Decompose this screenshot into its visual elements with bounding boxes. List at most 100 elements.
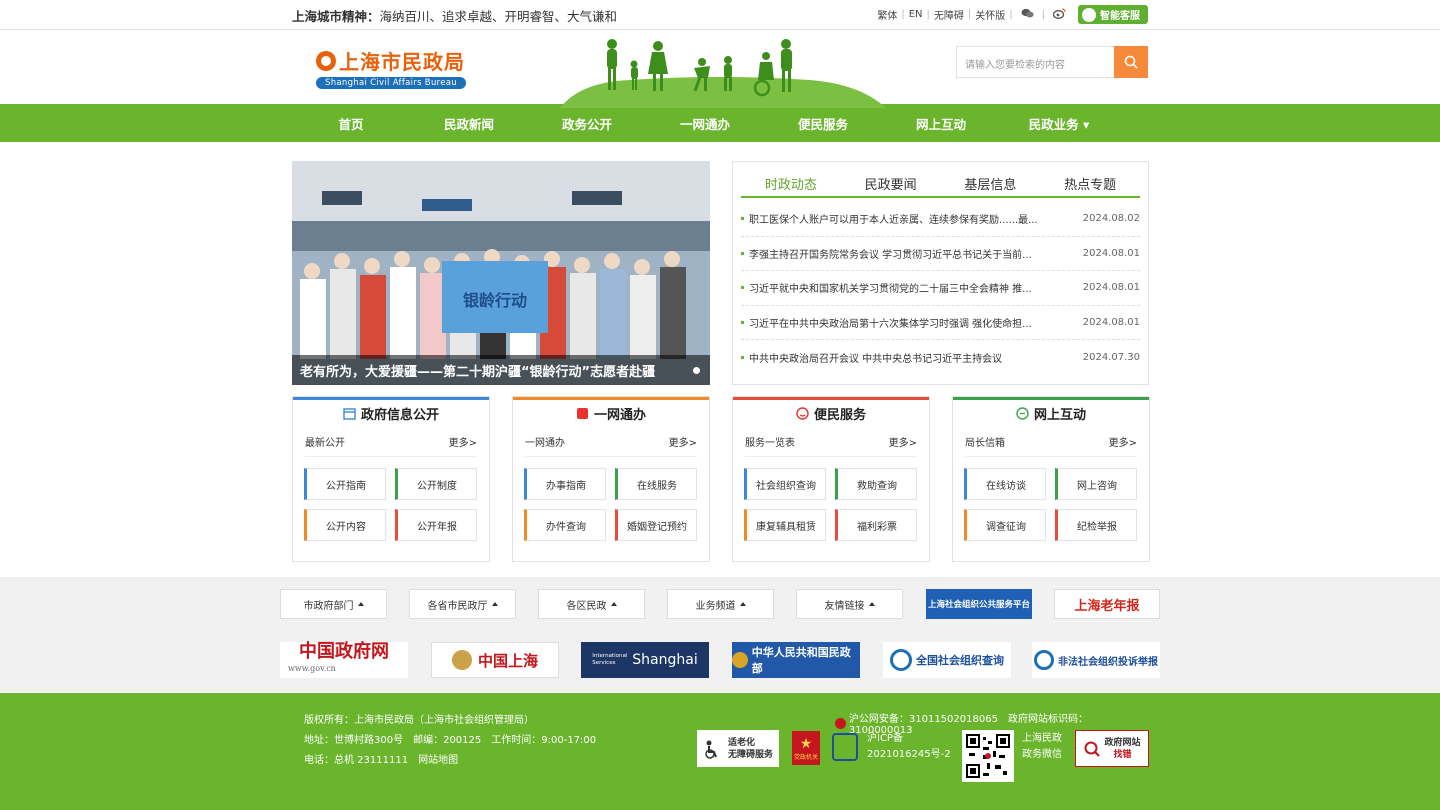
more-link[interactable]: 更多> — [449, 434, 477, 449]
site-logo[interactable]: 上海市民政局 Shanghai Civil Affairs Bureau — [316, 46, 466, 89]
nav-interaction[interactable]: 网上互动 — [882, 114, 1000, 133]
dropdown-city-depts[interactable]: 市政府部门 — [280, 589, 387, 619]
card-public-service: 便民服务 服务一览表 更多> 社会组织查询 救助查询 康复辅具租赁 福利彩票 — [732, 396, 930, 562]
btn-service-guide[interactable]: 办事指南 — [524, 468, 606, 500]
card-subtitle: 服务一览表 — [745, 438, 795, 449]
main-content: 银龄行动 老有所为，大爱援疆——第二十期沪疆“银龄行动”志愿者赴疆 时政动态 民… — [292, 161, 1150, 563]
list-item[interactable]: 李强主持召开国务院常务会议 学习贯彻习近平总书记关于当前... 2024.08.0… — [741, 237, 1140, 271]
list-item[interactable]: 中共中央政治局召开会议 中共中央总书记习近平主持会议 2024.07.30 — [741, 340, 1140, 375]
btn-discipline-report[interactable]: 纪检举报 — [1055, 509, 1137, 541]
btn-online-interview[interactable]: 在线访谈 — [964, 468, 1046, 500]
btn-welfare-lottery[interactable]: 福利彩票 — [835, 509, 917, 541]
party-emblem-icon: ★ — [799, 735, 813, 752]
header: 上海市民政局 Shanghai Civil Affairs Bureau 请输入… — [292, 30, 1148, 108]
national-org-query-logo[interactable]: 全国社会组织查询 — [883, 642, 1011, 678]
accessibility-icon — [705, 740, 717, 759]
list-item[interactable]: 习近平就中央和国家机关学习贯彻党的二十届三中全会精神 推... 2024.08.0… — [741, 271, 1140, 306]
wechat-icon[interactable] — [1021, 8, 1034, 22]
accessibility-link[interactable]: 无障碍 — [934, 7, 964, 22]
btn-relief-query[interactable]: 救助查询 — [835, 468, 917, 500]
search-button[interactable] — [1114, 46, 1148, 78]
wechat-account-label: 上海民政 政务微信 — [1022, 733, 1062, 760]
care-version-link[interactable]: 关怀版 — [975, 7, 1005, 22]
carousel-photo: 银龄行动 — [292, 161, 710, 385]
top-links: 繁体 | EN | 无障碍 | 关怀版 | | 智能客服 — [877, 5, 1148, 24]
nav-home[interactable]: 首页 — [292, 114, 410, 133]
footer-info: 版权所有：上海市民政局（上海市社会组织管理局） 地址：世博村路300号 邮编：2… — [304, 715, 597, 766]
list-item[interactable]: 习近平在中共中央政治局第十六次集体学习时强调 强化使命担... 2024.08.0… — [741, 306, 1140, 340]
icp-record[interactable]: 沪ICP备 2021016245号-2 — [867, 731, 951, 763]
tab-grassroots[interactable]: 基层信息 — [941, 168, 1041, 196]
card-gov-info: 政府信息公开 最新公开 更多> 公开指南 公开制度 公开内容 公开年报 — [292, 396, 490, 562]
nav-gov-open[interactable]: 政务公开 — [528, 114, 646, 133]
links-area: 市政府部门 各省市民政厅 各区民政 业务频道 友情链接 上海社会组织公共服务平台… — [0, 577, 1440, 693]
tab-hot-topics[interactable]: 热点专题 — [1040, 168, 1140, 196]
china-gov-logo[interactable]: 中国政府网 www.gov.cn — [280, 642, 408, 678]
magnifier-icon — [1084, 741, 1101, 757]
dropdown-friend-links[interactable]: 友情链接 — [796, 589, 903, 619]
footer: 版权所有：上海市民政局（上海市社会组织管理局） 地址：世博村路300号 邮编：2… — [0, 693, 1440, 810]
international-services-logo[interactable]: International Services Shanghai — [581, 642, 709, 678]
news-carousel[interactable]: 银龄行动 老有所为，大爱援疆——第二十期沪疆“银龄行动”志愿者赴疆 — [292, 161, 710, 385]
dropdown-province-depts[interactable]: 各省市民政厅 — [409, 589, 516, 619]
carousel-dot[interactable] — [693, 367, 700, 374]
card-title[interactable]: 政府信息公开 — [293, 397, 489, 427]
card-title[interactable]: 便民服务 — [733, 397, 929, 427]
traditional-link[interactable]: 繁体 — [877, 7, 897, 22]
carousel-caption[interactable]: 老有所为，大爱援疆——第二十期沪疆“银龄行动”志愿者赴疆 — [292, 355, 710, 385]
nav-news[interactable]: 民政新闻 — [410, 114, 528, 133]
card-interaction: 网上互动 局长信箱 更多> 在线访谈 网上咨询 调查征询 纪检举报 — [952, 396, 1150, 562]
gov-site-error-report[interactable]: 政府网站 找错 — [1075, 730, 1149, 767]
calendar-icon — [343, 408, 356, 420]
dropdown-business-channel[interactable]: 业务频道 — [667, 589, 774, 619]
nav-civil-business[interactable]: 民政业务 ▾ — [1000, 114, 1118, 133]
smart-service-button[interactable]: 智能客服 — [1078, 5, 1148, 24]
police-badge-icon — [835, 717, 846, 729]
news-panel: 时政动态 民政要闻 基层信息 热点专题 职工医保个人账户可以用于本人近亲属、连续… — [732, 161, 1149, 385]
tab-civil-news[interactable]: 民政要闻 — [841, 168, 941, 196]
shanghai-elderly-news-logo[interactable]: 上海老年报 — [1054, 589, 1160, 619]
card-title[interactable]: 一网通办 — [513, 397, 709, 427]
dropdown-district-civil[interactable]: 各区民政 — [538, 589, 645, 619]
btn-survey[interactable]: 调查征询 — [964, 509, 1046, 541]
btn-case-query[interactable]: 办件查询 — [524, 509, 606, 541]
more-link[interactable]: 更多> — [1109, 434, 1137, 449]
more-link[interactable]: 更多> — [669, 434, 697, 449]
family-silhouette-banner — [560, 39, 886, 108]
icp-badge-icon[interactable] — [832, 733, 858, 761]
btn-online-consult[interactable]: 网上咨询 — [1055, 468, 1137, 500]
emblem-icon — [451, 650, 472, 670]
nav-one-network[interactable]: 一网通办 — [646, 114, 764, 133]
ministry-civil-affairs-logo[interactable]: 中华人民共和国民政部 — [732, 642, 860, 678]
chat-icon — [1016, 407, 1029, 420]
national-emblem-icon — [732, 652, 748, 668]
list-item[interactable]: 职工医保个人账户可以用于本人近亲属、连续参保有奖励......最... 2024.… — [741, 202, 1140, 237]
btn-open-content[interactable]: 公开内容 — [304, 509, 386, 541]
top-bar: 上海城市精神：海纳百川、追求卓越、开明睿智、大气谦和 繁体 | EN | 无障碍 | … — [0, 0, 1440, 30]
more-link[interactable]: 更多> — [889, 434, 917, 449]
illegal-org-report-logo[interactable]: 非法社会组织投诉举报 — [1032, 642, 1160, 678]
btn-org-query[interactable]: 社会组织查询 — [744, 468, 826, 500]
btn-aid-rental[interactable]: 康复辅具租赁 — [744, 509, 826, 541]
btn-open-guide[interactable]: 公开指南 — [304, 468, 386, 500]
nav-public-service[interactable]: 便民服务 — [764, 114, 882, 133]
btn-open-system[interactable]: 公开制度 — [395, 468, 477, 500]
aging-friendly-badge[interactable]: 适老化 无障碍服务 — [697, 730, 779, 767]
news-tabs: 时政动态 民政要闻 基层信息 热点专题 — [741, 168, 1140, 198]
search-input[interactable]: 请输入您要检索的内容 — [956, 46, 1114, 78]
tab-politics[interactable]: 时政动态 — [741, 168, 841, 196]
card-title[interactable]: 网上互动 — [953, 397, 1149, 427]
org-query-icon — [890, 649, 912, 671]
social-org-platform-logo[interactable]: 上海社会组织公共服务平台 — [926, 589, 1032, 619]
search-bar: 请输入您要检索的内容 — [956, 46, 1148, 78]
wechat-qr-code — [962, 730, 1014, 782]
city-slogan: 上海城市精神：海纳百川、追求卓越、开明睿智、大气谦和 — [292, 9, 618, 24]
card-subtitle: 最新公开 — [305, 438, 345, 449]
btn-online-service[interactable]: 在线服务 — [615, 468, 697, 500]
english-link[interactable]: EN — [909, 9, 923, 20]
btn-marriage-booking[interactable]: 婚姻登记预约 — [615, 509, 697, 541]
china-shanghai-logo[interactable]: 中国上海 — [431, 642, 559, 678]
weibo-icon[interactable] — [1052, 7, 1066, 22]
party-gov-badge[interactable]: ★ 党政机关 — [792, 731, 820, 765]
btn-open-report[interactable]: 公开年报 — [395, 509, 477, 541]
